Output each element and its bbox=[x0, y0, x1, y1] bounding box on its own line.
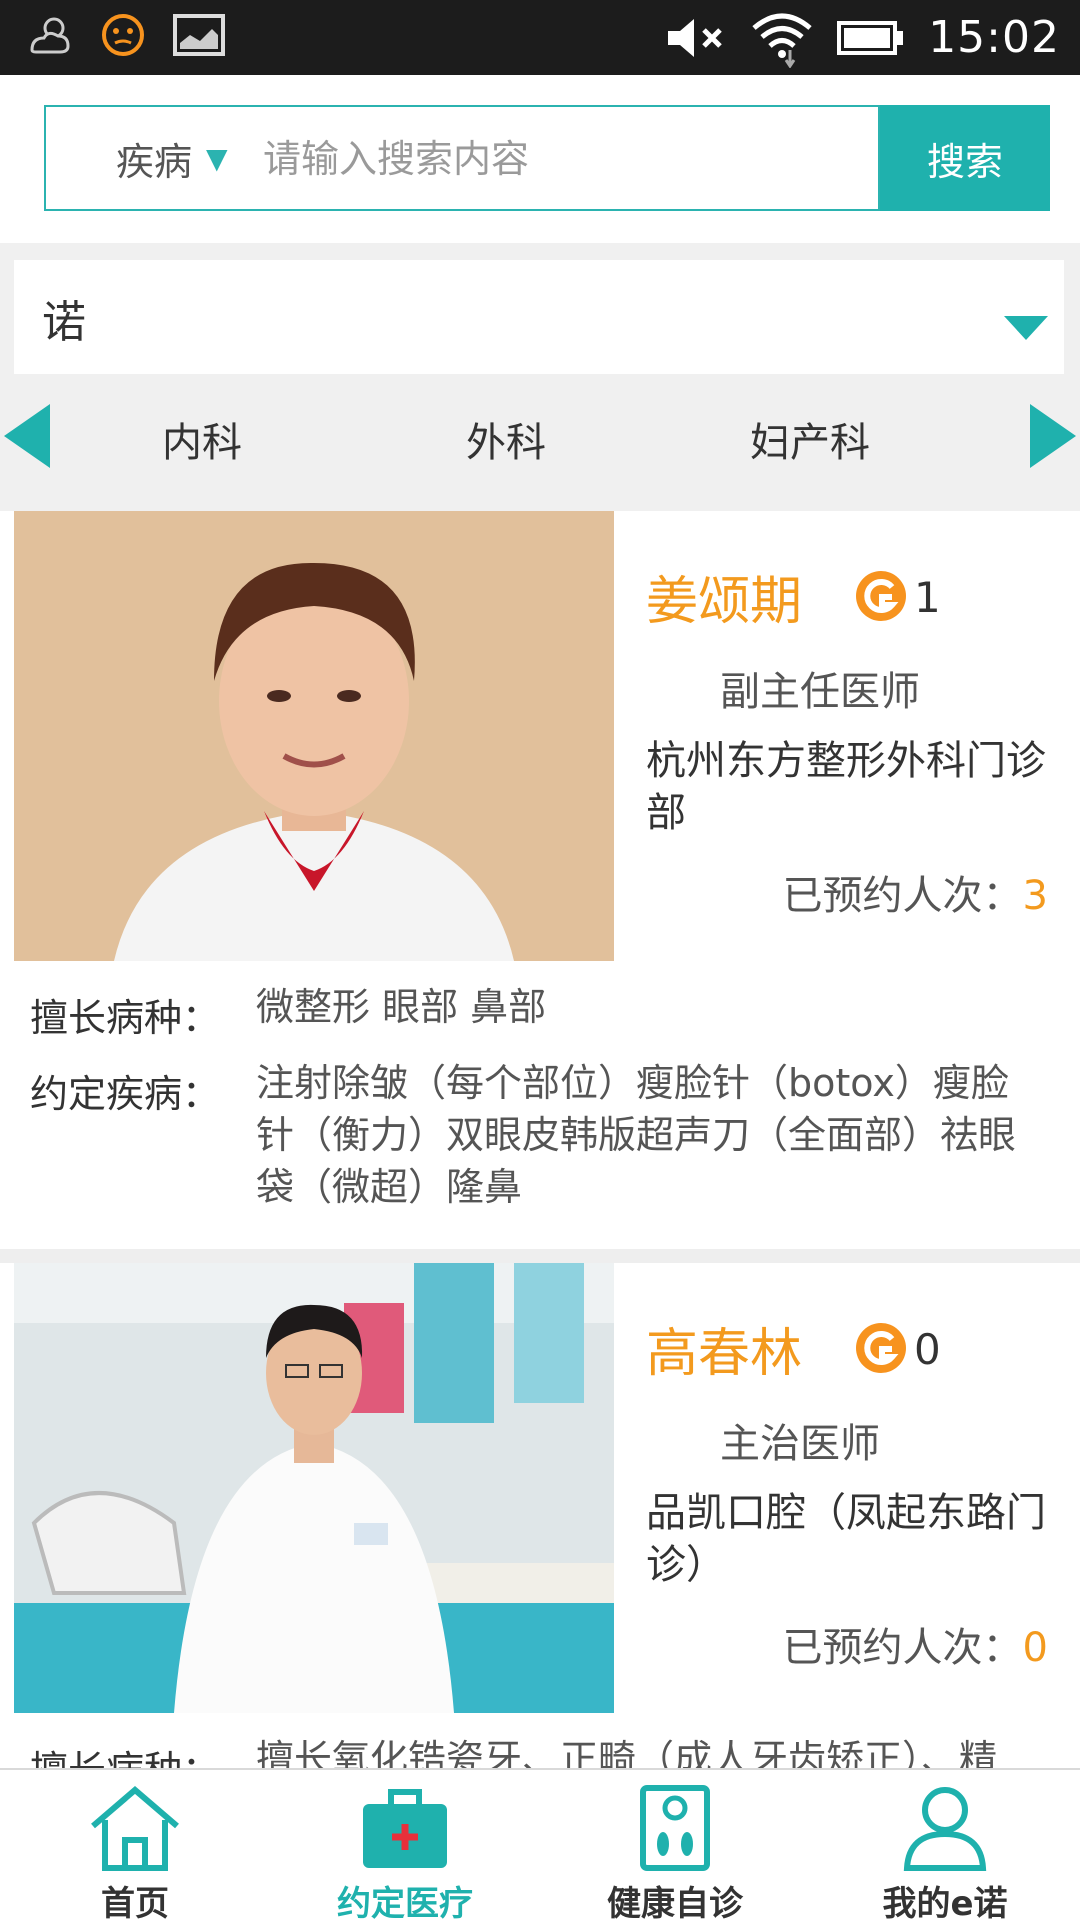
search-type-dropdown[interactable]: 疾病 ▼ bbox=[116, 107, 228, 209]
search-button[interactable]: 搜索 bbox=[880, 105, 1050, 211]
search-box: 疾病 ▼ bbox=[44, 105, 880, 211]
specialty-text: 微整形 眼部 鼻部 bbox=[256, 985, 547, 1029]
doctor-hospital: 品凯口腔（凤起东路门诊） bbox=[646, 1490, 1046, 1588]
booked-label: 已预约人次： bbox=[782, 873, 1023, 919]
doctor-photo bbox=[14, 511, 614, 961]
nav-item-appointment[interactable]: 约定医疗 bbox=[270, 1770, 540, 1924]
specialty-label: 擅长病种： bbox=[30, 1739, 220, 1768]
doctor-card[interactable]: 高春林 0 主治医师 品凯口腔（凤起东路门诊） 已预约人次：0 擅长病种： 擅长… bbox=[0, 1263, 1080, 1768]
image-icon bbox=[173, 14, 225, 56]
coin-icon bbox=[856, 1323, 906, 1373]
prev-arrow-icon[interactable] bbox=[4, 404, 50, 468]
doctor-title: 副主任医师 bbox=[720, 669, 920, 715]
booked-label: 已预约人次： bbox=[782, 1625, 1023, 1671]
coin-icon bbox=[856, 571, 906, 621]
specialty-text: 擅长氧化锆瓷牙、正畸（成人牙齿矫正）、精 bbox=[256, 1737, 998, 1768]
doctor-name: 姜颂期 bbox=[646, 572, 803, 632]
user-icon bbox=[903, 1787, 987, 1871]
booked-count: 已预约人次：0 bbox=[783, 1615, 1048, 1673]
bottom-nav: 首页 约定医疗 健康自诊 我的e诺 bbox=[0, 1768, 1080, 1924]
weather-icon bbox=[30, 17, 70, 54]
nav-label: 约定医疗 bbox=[337, 1884, 473, 1924]
search-type-label: 疾病 bbox=[116, 139, 193, 184]
doctor-name: 高春林 bbox=[646, 1324, 803, 1384]
tab-department-obgyn[interactable]: 妇产科 bbox=[750, 410, 870, 468]
coin-count: 0 bbox=[914, 1325, 941, 1374]
mute-icon bbox=[668, 18, 722, 57]
search-area: 疾病 ▼ 搜索 bbox=[0, 75, 1080, 243]
treatments-label: 约定疾病： bbox=[30, 1072, 221, 1116]
booked-number: 3 bbox=[1022, 873, 1048, 919]
doctor-title: 主治医师 bbox=[720, 1421, 880, 1467]
search-input[interactable] bbox=[261, 129, 825, 189]
doctor-card[interactable]: 姜颂期 1 副主任医师 杭州东方整形外科门诊部 已预约人次：3 擅长病种： 微整… bbox=[0, 511, 1080, 1249]
nav-item-home[interactable]: 首页 bbox=[0, 1770, 270, 1924]
nav-item-self-diagnosis[interactable]: 健康自诊 bbox=[540, 1770, 810, 1924]
department-tabs: 内科 外科 妇产科 bbox=[0, 390, 1080, 482]
tab-department-surgery[interactable]: 外科 bbox=[466, 410, 546, 468]
next-arrow-icon[interactable] bbox=[1030, 404, 1076, 468]
scale-icon bbox=[640, 1785, 710, 1871]
wifi-icon bbox=[752, 13, 812, 68]
doctor-photo bbox=[14, 1263, 614, 1713]
specialty-label: 擅长病种： bbox=[30, 996, 221, 1040]
home-icon bbox=[91, 1786, 179, 1871]
filter-selected-value: 诺 bbox=[42, 297, 86, 348]
status-bar: 15:02 bbox=[0, 0, 1080, 75]
nav-label: 首页 bbox=[101, 1884, 169, 1924]
treatments-text: 注射除皱（每个部位）瘦脸针（botox）瘦脸针（衡力）双眼皮韩版超声刀（全面部）… bbox=[256, 1061, 1017, 1209]
card-divider bbox=[0, 1249, 1080, 1263]
chevron-down-icon bbox=[1004, 316, 1048, 340]
nav-label: 健康自诊 bbox=[607, 1884, 743, 1924]
booked-number: 0 bbox=[1022, 1625, 1048, 1671]
filter-select[interactable]: 诺 bbox=[14, 260, 1064, 374]
dropdown-arrow-icon: ▼ bbox=[206, 141, 228, 175]
medical-kit-icon bbox=[363, 1789, 447, 1868]
coin-count: 1 bbox=[914, 573, 941, 622]
battery-icon bbox=[837, 20, 904, 55]
clock: 15:02 bbox=[928, 12, 1060, 63]
booked-count: 已预约人次：3 bbox=[783, 863, 1048, 921]
tab-department-internal[interactable]: 内科 bbox=[162, 410, 242, 468]
notification-face-icon bbox=[102, 14, 144, 56]
nav-item-profile[interactable]: 我的e诺 bbox=[810, 1770, 1080, 1924]
nav-label: 我的e诺 bbox=[882, 1884, 1008, 1924]
doctor-hospital: 杭州东方整形外科门诊部 bbox=[646, 738, 1046, 836]
